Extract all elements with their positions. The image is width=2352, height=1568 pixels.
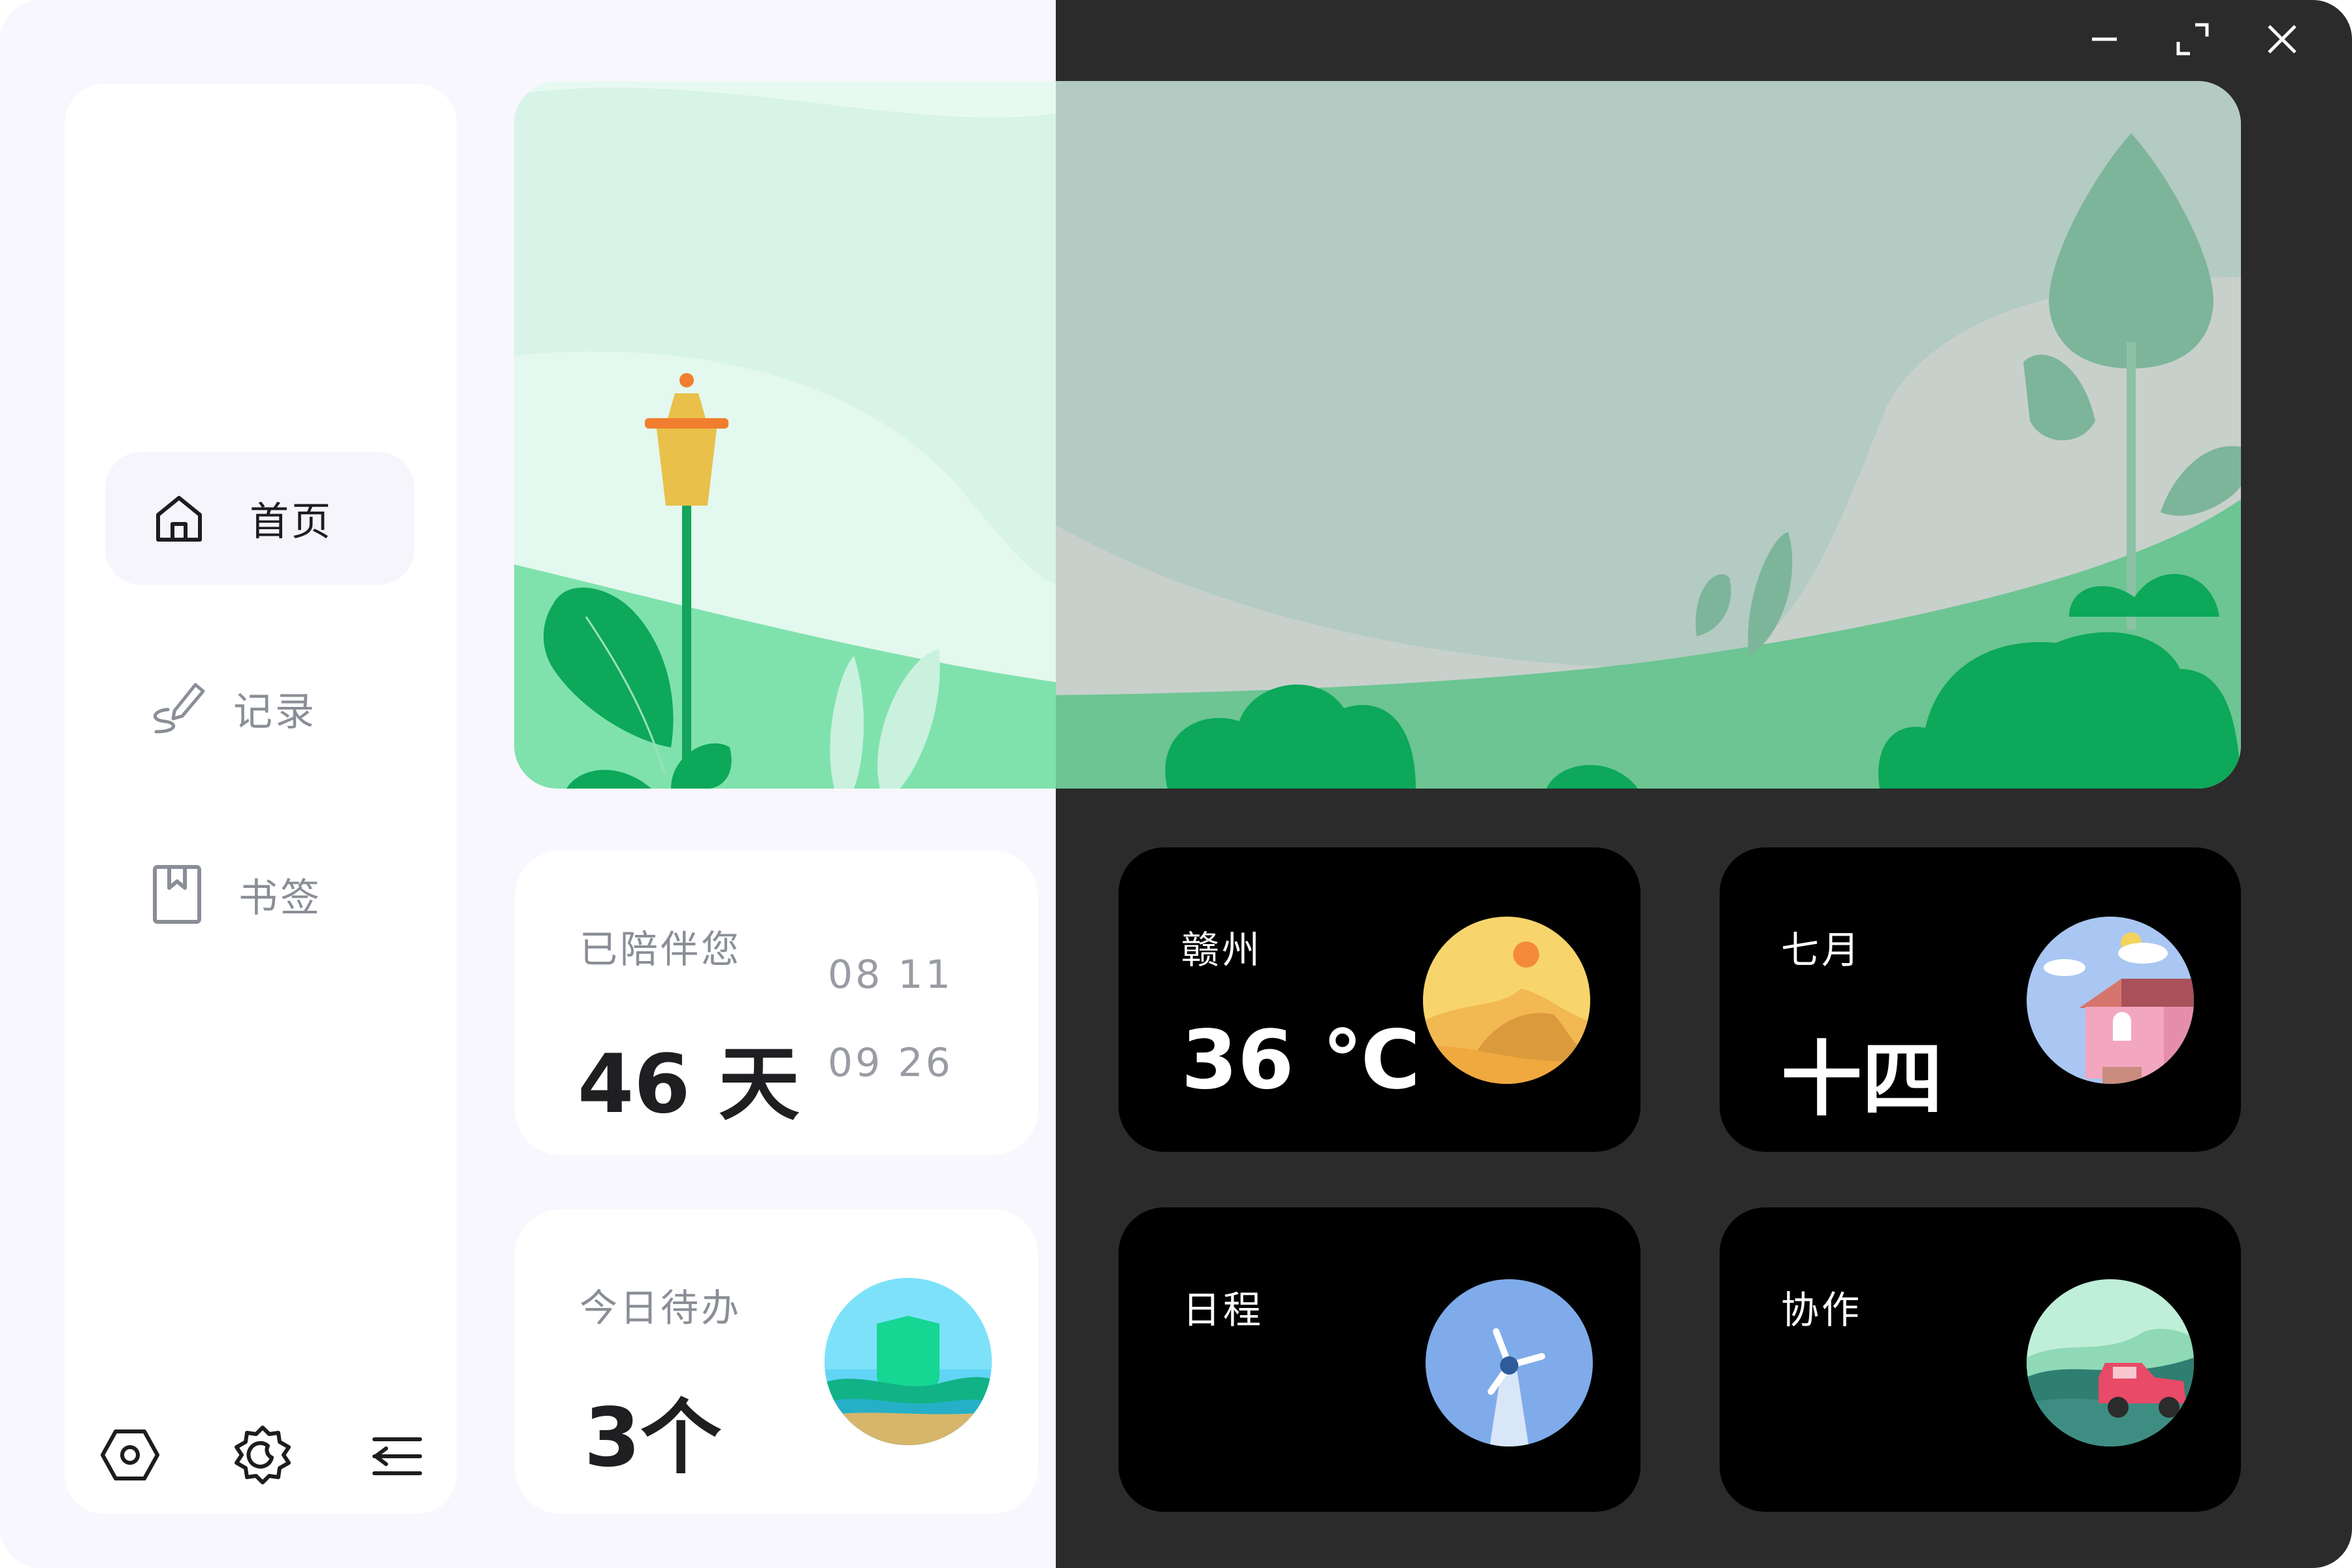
todo-illustration [825, 1278, 992, 1445]
shield-landscape-icon [825, 1278, 992, 1445]
landscape-illustration [514, 81, 2241, 789]
app-window: 首页 记录 书签 已陪伴您 46 天 08 11 09 26 今日待办 3个 赣… [0, 0, 2352, 1568]
weather-city: 赣州 [1181, 928, 1263, 972]
collab-title: 协作 [1781, 1288, 1863, 1332]
companion-start-date: 08 11 [828, 952, 953, 998]
maximize-icon [2176, 23, 2209, 56]
companion-days: 46 天 [578, 1037, 800, 1132]
collab-card[interactable]: 协作 [1720, 1207, 2241, 1512]
bookmark-icon [153, 865, 201, 924]
companion-end-date: 09 26 [828, 1040, 953, 1086]
todo-count: 3个 [584, 1391, 722, 1485]
sidebar-item-label: 首页 [250, 499, 333, 545]
sidebar-item-home[interactable]: 首页 [105, 452, 414, 585]
hero-illustration [514, 81, 2241, 789]
weather-card[interactable]: 赣州 36 ℃ [1119, 847, 1641, 1152]
calendar-day: 十四 [1781, 1033, 1944, 1127]
collab-illustration [2027, 1279, 2194, 1446]
todo-card[interactable]: 今日待办 3个 [515, 1209, 1038, 1514]
hexagon-settings-button[interactable] [99, 1424, 161, 1486]
calendar-illustration [2027, 917, 2194, 1084]
schedule-title: 日程 [1183, 1288, 1264, 1332]
companion-title: 已陪伴您 [580, 927, 742, 972]
todo-title: 今日待办 [580, 1286, 742, 1330]
hexagon-settings-icon [101, 1429, 159, 1480]
collapse-menu-icon [372, 1437, 422, 1475]
collapse-menu-button[interactable] [365, 1425, 428, 1488]
desert-sun-icon [1423, 917, 1590, 1084]
sidebar-item-label: 书签 [238, 875, 322, 921]
close-icon [2268, 25, 2296, 54]
house-icon [2027, 917, 2194, 1084]
weather-temperature: 36 ℃ [1181, 1013, 1420, 1107]
home-icon [156, 495, 202, 542]
pen-icon [154, 683, 205, 734]
windmill-icon [1426, 1279, 1593, 1446]
minimize-icon [2092, 37, 2117, 41]
maximize-button[interactable] [2163, 10, 2222, 69]
schedule-card[interactable]: 日程 [1119, 1207, 1641, 1512]
calendar-card[interactable]: 七月 十四 [1720, 847, 2241, 1152]
companion-card[interactable]: 已陪伴您 46 天 08 11 09 26 [515, 851, 1038, 1155]
theme-button[interactable] [231, 1424, 294, 1486]
car-icon [2027, 1279, 2194, 1446]
minimize-button[interactable] [2075, 10, 2134, 69]
theme-gear-icon [235, 1426, 291, 1484]
sidebar-item-label: 记录 [233, 689, 317, 735]
sidebar-item-bookmark[interactable]: 书签 [105, 845, 414, 943]
sidebar-item-record[interactable]: 记录 [105, 659, 414, 757]
close-button[interactable] [2253, 10, 2311, 69]
sidebar: 首页 记录 书签 [65, 84, 457, 1514]
schedule-illustration [1426, 1279, 1593, 1446]
weather-illustration [1423, 917, 1590, 1084]
calendar-month: 七月 [1781, 928, 1863, 972]
